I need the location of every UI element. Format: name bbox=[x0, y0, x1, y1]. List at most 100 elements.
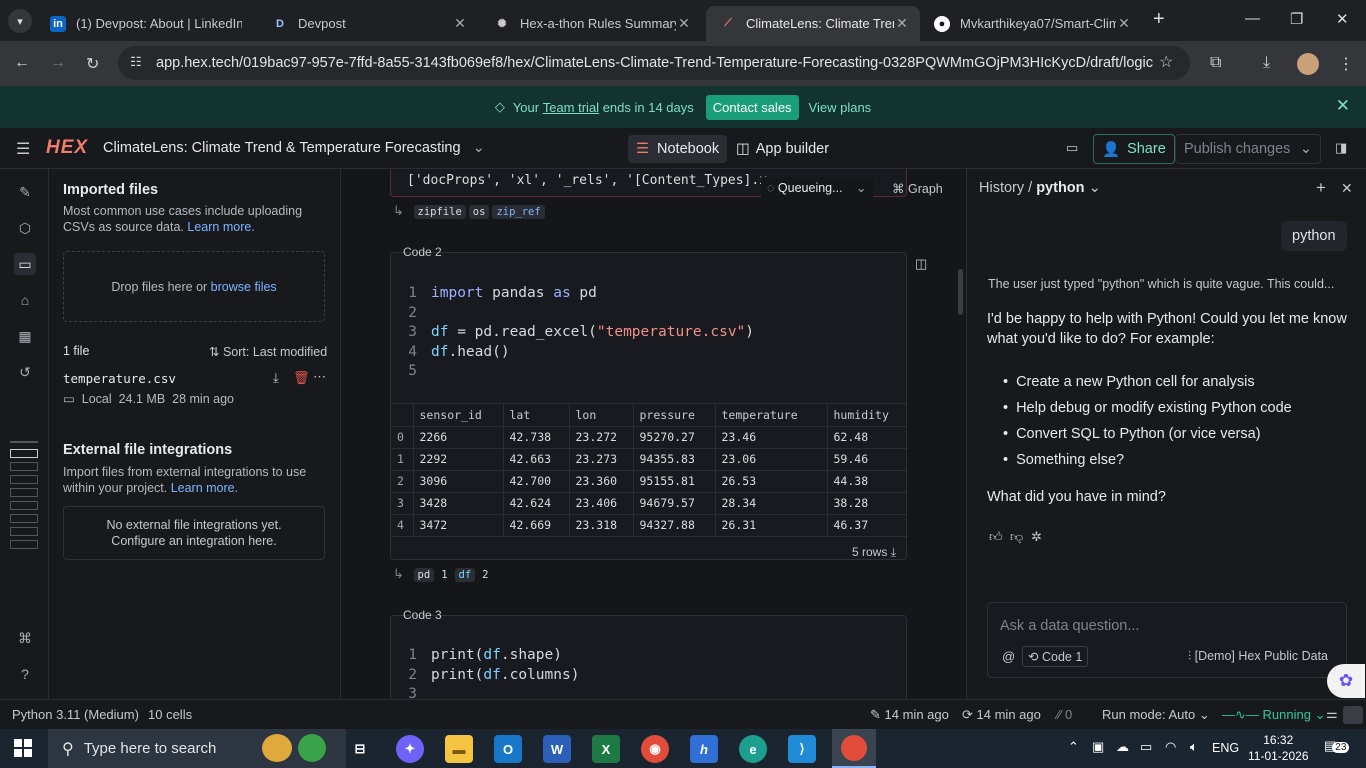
thumbs-up-icon[interactable]: 👍︎ bbox=[989, 529, 1003, 545]
variable-chip[interactable]: os bbox=[468, 205, 490, 219]
chrome-active-icon[interactable] bbox=[832, 729, 876, 768]
download-file-icon[interactable]: ⤓ bbox=[273, 370, 279, 386]
code-cell-3[interactable]: Code 3 1 print(df.shape) 2 print(df.column… bbox=[390, 608, 907, 699]
graph-button[interactable]: ⌘ Graph bbox=[892, 181, 943, 196]
back-icon[interactable]: ← bbox=[14, 54, 30, 72]
file-name[interactable]: temperature.csv bbox=[63, 371, 176, 386]
url-field[interactable]: ☷ app.hex.tech/019bac97-957e-7ffd-8a55-3… bbox=[118, 46, 1190, 80]
bug-report-icon[interactable]: ✲ bbox=[1031, 529, 1042, 545]
close-panel-icon[interactable]: ✕ bbox=[1341, 180, 1353, 197]
dataframe-output[interactable]: sensor_id lat lon pressure temperature h… bbox=[391, 403, 906, 560]
sort-control[interactable]: ⇅ Sort: Last modified bbox=[209, 344, 327, 359]
download-icon[interactable]: ⤓ bbox=[891, 545, 896, 559]
outline-icon[interactable]: ✎ bbox=[14, 181, 36, 203]
edge-icon[interactable]: e bbox=[739, 735, 767, 763]
chrome-icon[interactable]: ◉ bbox=[641, 735, 669, 763]
vscode-icon[interactable]: ⟩ bbox=[788, 735, 816, 763]
wifi-icon[interactable]: ◠ bbox=[1165, 739, 1176, 755]
kernel-selector[interactable]: Python 3.11 (Medium) bbox=[12, 707, 139, 722]
outline-minimap[interactable] bbox=[10, 441, 38, 553]
comments-icon[interactable]: ▭ bbox=[1066, 140, 1078, 156]
taskbar-search[interactable]: ⚲ Type here to search bbox=[48, 729, 346, 768]
column-header[interactable]: lat bbox=[503, 404, 570, 427]
publish-changes-button[interactable]: Publish changes ⌄ bbox=[1175, 134, 1321, 164]
variable-chip[interactable]: pd bbox=[413, 568, 435, 582]
learn-more-link[interactable]: Learn more. bbox=[187, 220, 254, 234]
column-header[interactable]: pressure bbox=[633, 404, 716, 427]
context-chip[interactable]: ⟲ Code 1 bbox=[1022, 646, 1089, 667]
assistant-orb-icon[interactable]: ✿ bbox=[1327, 664, 1365, 698]
external-integrations-empty[interactable]: No external file integrations yet. Confi… bbox=[63, 506, 325, 560]
variable-chip[interactable]: df bbox=[454, 568, 476, 582]
copilot-icon[interactable]: ✦ bbox=[396, 735, 424, 763]
word-icon[interactable]: W bbox=[543, 735, 571, 763]
cell-side-toggle-icon[interactable]: ◫ bbox=[915, 256, 927, 272]
meet-now-icon[interactable]: ▣ bbox=[1092, 739, 1104, 755]
cell-title[interactable]: Code 2 bbox=[403, 245, 442, 259]
hex-app-icon[interactable]: h bbox=[690, 735, 718, 763]
cell-title[interactable]: Code 3 bbox=[403, 608, 442, 622]
app-builder-tab[interactable]: ◫ App builder bbox=[728, 135, 837, 163]
window-close-button[interactable]: ✕ bbox=[1336, 10, 1349, 28]
minimize-button[interactable]: — bbox=[1245, 10, 1260, 27]
column-header[interactable]: humidity bbox=[827, 404, 906, 427]
close-tab-icon[interactable]: ✕ bbox=[676, 15, 692, 32]
language-indicator[interactable]: ENG bbox=[1212, 741, 1239, 755]
menu-icon[interactable]: ☰ bbox=[16, 139, 30, 159]
maximize-button[interactable]: ❐ bbox=[1290, 10, 1303, 28]
command-icon[interactable]: ⌘ bbox=[14, 627, 36, 649]
forward-icon[interactable]: → bbox=[50, 54, 66, 72]
files-icon[interactable]: ▭ bbox=[14, 253, 36, 275]
thread-breadcrumb[interactable]: History / python ⌄ bbox=[979, 180, 1101, 196]
browse-files-link[interactable]: browse files bbox=[211, 280, 277, 294]
browser-tab-devpost[interactable]: D Devpost ✕ bbox=[258, 6, 478, 41]
code-editor[interactable]: 1 print(df.shape) 2 print(df.columns) 3 bbox=[391, 646, 906, 699]
settings-sliders-icon[interactable]: ⚌ bbox=[1326, 706, 1338, 722]
dataframe-table[interactable]: sensor_id lat lon pressure temperature h… bbox=[391, 404, 906, 537]
data-source-selector[interactable]: ⫶ [Demo] Hex Public Data bbox=[1188, 649, 1328, 664]
sidebar-toggle-icon[interactable]: ◨ bbox=[1335, 140, 1347, 156]
new-tab-button[interactable]: + bbox=[1153, 8, 1165, 31]
code-editor[interactable]: 1 import pandas as pd 2 3 df = pd.read_exc… bbox=[391, 284, 906, 382]
browser-tab-linkedin[interactable]: in (1) Devpost: About | LinkedIn bbox=[36, 6, 252, 41]
close-banner-icon[interactable]: ✕ bbox=[1336, 96, 1350, 116]
notebook-scrollbar[interactable] bbox=[958, 269, 963, 315]
file-explorer-icon[interactable]: ▬ bbox=[445, 735, 473, 763]
last-run[interactable]: ⟳ 14 min ago bbox=[962, 707, 1041, 723]
close-tab-icon[interactable]: ✕ bbox=[894, 15, 910, 32]
browser-tab-climatelens[interactable]: ⟋ ClimateLens: Climate Trend & ✕ bbox=[706, 6, 920, 41]
contact-sales-button[interactable]: Contact sales bbox=[705, 94, 799, 120]
more-options-icon[interactable]: ⋯ bbox=[313, 369, 326, 385]
chevron-down-icon[interactable]: ⌄ bbox=[1300, 141, 1312, 157]
thinking-summary[interactable]: The user just typed "python" which is qu… bbox=[988, 277, 1334, 291]
clock[interactable]: 16:32 11-01-2026 bbox=[1248, 732, 1309, 764]
column-header[interactable]: temperature bbox=[715, 404, 828, 427]
network-error-icon[interactable]: ☁ bbox=[1116, 739, 1129, 755]
chat-input[interactable]: Ask a data question... bbox=[1000, 618, 1139, 634]
reload-icon[interactable]: ↻ bbox=[86, 54, 99, 74]
history-icon[interactable]: ↺ bbox=[14, 361, 36, 383]
hex-logo[interactable]: HEX bbox=[46, 137, 88, 159]
battery-icon[interactable]: ▭ bbox=[1140, 739, 1152, 755]
file-dropzone[interactable]: Drop files here or browse files bbox=[63, 251, 325, 322]
browser-menu-icon[interactable]: ⋮ bbox=[1338, 54, 1354, 74]
volume-icon[interactable]: 🔈︎ bbox=[1190, 739, 1198, 755]
panel-toggle-icon[interactable] bbox=[1343, 706, 1363, 724]
profile-avatar[interactable] bbox=[1297, 53, 1319, 75]
thumbs-down-icon[interactable]: 👎︎ bbox=[1010, 529, 1023, 545]
code-cell-2[interactable]: Code 2 1 import pandas as pd 2 3 df = pd.r… bbox=[390, 245, 907, 560]
extensions-icon[interactable]: ⧉ bbox=[1210, 54, 1221, 72]
close-tab-icon[interactable]: ✕ bbox=[452, 15, 468, 32]
share-button[interactable]: 👤 Share bbox=[1093, 134, 1175, 164]
scheduled-icon[interactable]: ▦ bbox=[14, 325, 36, 347]
notification-center[interactable]: ▤23 bbox=[1324, 738, 1350, 754]
delete-file-icon[interactable]: 🗑 bbox=[293, 370, 310, 386]
variable-chip[interactable]: zip_ref bbox=[492, 205, 545, 219]
close-tab-icon[interactable]: ✕ bbox=[1116, 15, 1132, 32]
kernel-status[interactable]: —∿— Running ⌄ bbox=[1222, 707, 1326, 723]
run-mode-selector[interactable]: Run mode: Auto ⌄ bbox=[1102, 707, 1210, 723]
excel-icon[interactable]: X bbox=[592, 735, 620, 763]
task-view-icon[interactable]: ⊟ bbox=[346, 735, 374, 763]
site-info-icon[interactable]: ☷ bbox=[130, 54, 142, 70]
show-hidden-icons[interactable]: ⌃ bbox=[1068, 739, 1079, 755]
